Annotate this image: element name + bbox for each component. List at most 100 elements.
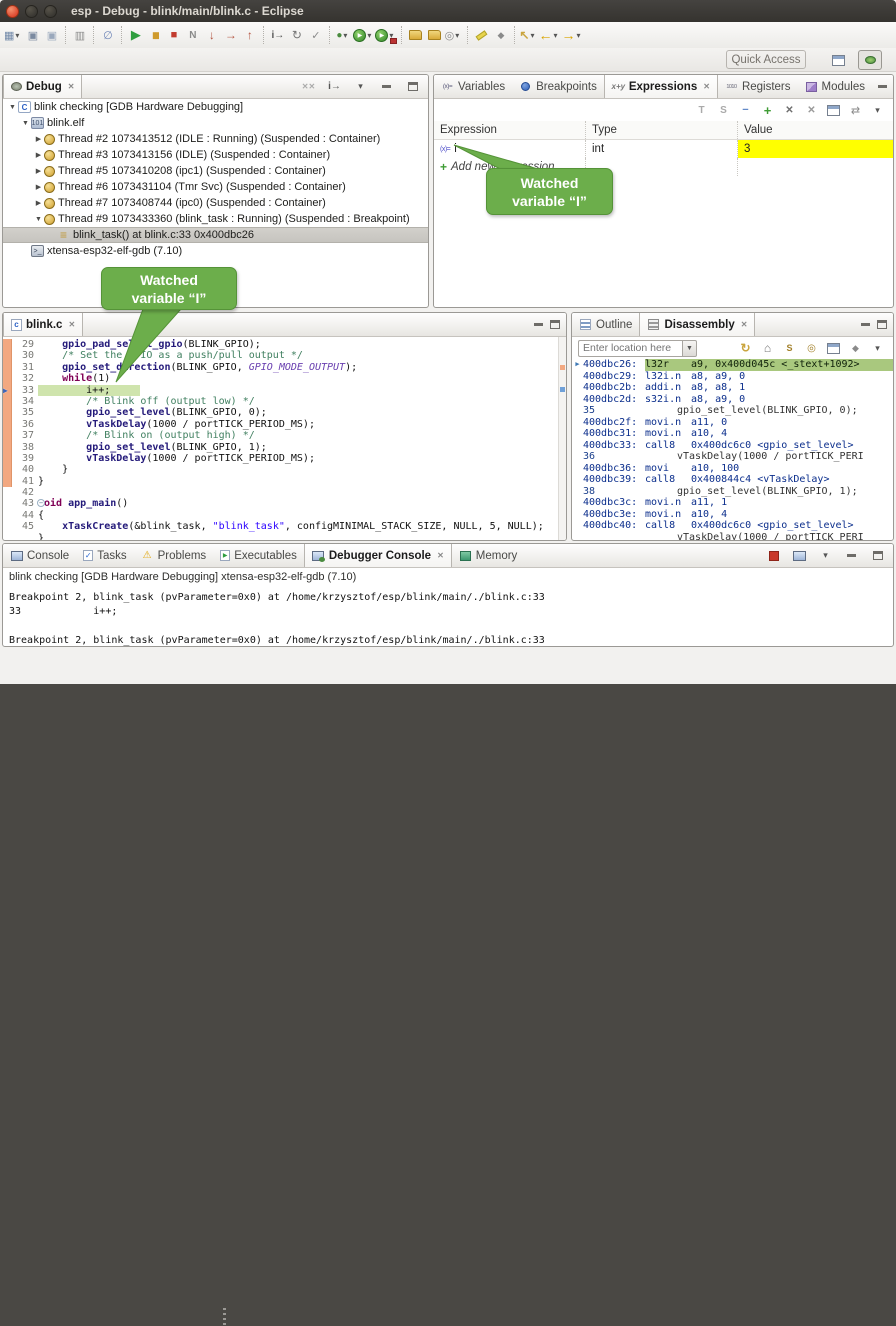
tab-memory[interactable]: Memory bbox=[452, 544, 525, 567]
minimize-view-button[interactable] bbox=[878, 85, 887, 88]
build-button[interactable]: ▥ bbox=[70, 25, 89, 45]
debug-tree-item[interactable]: ≡blink_task() at blink.c:33 0x400dbc26 bbox=[3, 227, 428, 243]
tab-expressions[interactable]: x+y Expressions ✕ bbox=[604, 75, 718, 98]
code-line[interactable]: 38 gpio_set_level(BLINK_GPIO, 1); bbox=[3, 442, 566, 453]
run-button[interactable]: ▶▾ bbox=[353, 25, 375, 45]
close-tab-icon[interactable]: ✕ bbox=[68, 320, 75, 329]
disassembly-listing[interactable]: ▶400dbc26:l32ra9, 0x400d045c <_stext+109… bbox=[572, 359, 893, 541]
code-line[interactable]: 36 vTaskDelay(1000 / portTICK_PERIOD_MS)… bbox=[3, 419, 566, 430]
remove-expression-button[interactable]: ✕ bbox=[780, 100, 799, 120]
debug-tree-item[interactable]: ▶Thread #3 1073413156 (IDLE) (Suspended … bbox=[3, 147, 428, 163]
window-maximize-button[interactable] bbox=[44, 5, 57, 18]
terminate-button[interactable] bbox=[764, 546, 783, 566]
use-step-filters-button[interactable]: ✓ bbox=[306, 25, 325, 45]
code-editor[interactable]: 29 gpio_pad_select_gpio(BLINK_GPIO);30 /… bbox=[3, 337, 566, 541]
debug-tree-item[interactable]: ▼101blink.elf bbox=[3, 115, 428, 131]
window-minimize-button[interactable] bbox=[25, 5, 38, 18]
suspend-button[interactable]: ▮▮ bbox=[145, 25, 164, 45]
save-all-button[interactable]: ▣ bbox=[42, 25, 61, 45]
disassembly-line[interactable]: 400dbc40:call80x400dc6c0 <gpio_set_level… bbox=[572, 520, 893, 532]
window-close-button[interactable] bbox=[6, 5, 19, 18]
location-input[interactable] bbox=[578, 340, 682, 357]
tab-breakpoints[interactable]: Breakpoints bbox=[512, 75, 604, 98]
close-tab-icon[interactable]: ✕ bbox=[68, 82, 75, 91]
tab-variables[interactable]: (x)= Variables bbox=[434, 75, 512, 98]
debug-perspective-button[interactable] bbox=[858, 50, 882, 70]
code-line[interactable]: ▶33 i++; bbox=[3, 385, 566, 396]
disassembly-line[interactable]: 400dbc2f:movi.na11, 0 bbox=[572, 417, 893, 429]
open-type-button[interactable] bbox=[406, 25, 425, 45]
step-return-button[interactable]: ↑ bbox=[240, 25, 259, 45]
code-line[interactable]: } bbox=[3, 533, 566, 541]
forward-button[interactable]: →▾ bbox=[561, 25, 584, 45]
tab-debugger-console[interactable]: Debugger Console ✕ bbox=[304, 544, 452, 567]
disassembly-line[interactable]: 400dbc39:call80x400844c4 <vTaskDelay> bbox=[572, 474, 893, 486]
code-line[interactable]: 42 bbox=[3, 487, 566, 498]
disassembly-line[interactable]: 400dbc2d:s32i.na8, a9, 0 bbox=[572, 394, 893, 406]
debugger-console-output[interactable]: blink checking [GDB Hardware Debugging] … bbox=[3, 568, 893, 647]
maximize-button[interactable] bbox=[403, 77, 422, 97]
new-view-button[interactable] bbox=[824, 338, 843, 358]
tab-debug[interactable]: Debug ✕ bbox=[3, 75, 82, 98]
tab-modules[interactable]: Modules bbox=[798, 75, 872, 98]
show-source-button[interactable]: S bbox=[780, 338, 799, 358]
code-line[interactable]: 34 /* Blink off (output low) */ bbox=[3, 396, 566, 407]
disassembly-line[interactable]: 38gpio_set_level(BLINK_GPIO, 1); bbox=[572, 486, 893, 498]
minimize-view-button[interactable] bbox=[534, 323, 543, 326]
location-dropdown-icon[interactable]: ▼ bbox=[682, 340, 697, 357]
debug-tree-item[interactable]: ▶Thread #2 1073413512 (IDLE : Running) (… bbox=[3, 131, 428, 147]
quick-access-button[interactable]: Quick Access bbox=[726, 50, 806, 69]
disassembly-line[interactable]: 400dbc36:movia10, 100 bbox=[572, 463, 893, 475]
disassembly-line[interactable]: 400dbc2b:addi.na8, a8, 1 bbox=[572, 382, 893, 394]
step-into-button[interactable]: ↓ bbox=[202, 25, 221, 45]
debug-tree-item[interactable]: ▶Thread #6 1073431104 (Tmr Svc) (Suspend… bbox=[3, 179, 428, 195]
code-line[interactable]: 44{ bbox=[3, 510, 566, 521]
remove-all-expressions-button[interactable]: ✕ bbox=[802, 100, 821, 120]
add-expression-button[interactable]: + bbox=[758, 100, 777, 120]
debug-tree-item[interactable]: ▼Cblink checking [GDB Hardware Debugging… bbox=[3, 99, 428, 115]
close-tab-icon[interactable]: ✕ bbox=[437, 551, 444, 560]
expander-icon[interactable]: ▼ bbox=[20, 120, 31, 127]
expander-icon[interactable]: ▶ bbox=[33, 199, 44, 207]
sash-handle[interactable] bbox=[223, 1308, 226, 1326]
expander-icon[interactable]: ▶ bbox=[33, 135, 44, 143]
close-tab-icon[interactable]: ✕ bbox=[741, 320, 748, 329]
dropdown-arrow-icon[interactable]: ▾ bbox=[343, 31, 351, 40]
disassembly-line[interactable]: 400dbc33:call80x400dc6c0 <gpio_set_level… bbox=[572, 440, 893, 452]
mark-occurrences-button[interactable] bbox=[472, 25, 491, 45]
open-perspective-button[interactable] bbox=[826, 50, 850, 70]
console-dropdown-button[interactable]: ▾ bbox=[816, 546, 835, 566]
remove-all-terminated-button[interactable]: ✕✕ bbox=[299, 77, 318, 97]
collapse-all-button[interactable]: − bbox=[736, 100, 755, 120]
debug-tree-item[interactable]: >_xtensa-esp32-elf-gdb (7.10) bbox=[3, 243, 428, 259]
link-with-debug-button[interactable]: ⇄ bbox=[846, 100, 865, 120]
code-line[interactable]: 39 vTaskDelay(1000 / portTICK_PERIOD_MS)… bbox=[3, 453, 566, 464]
expander-icon[interactable]: ▼ bbox=[7, 104, 18, 111]
tab-registers[interactable]: 1010 Registers bbox=[718, 75, 798, 98]
skip-all-breakpoints-button[interactable]: ∅ bbox=[98, 25, 117, 45]
dropdown-arrow-icon[interactable]: ▾ bbox=[576, 31, 584, 40]
column-value[interactable]: Value bbox=[738, 121, 893, 139]
expander-icon[interactable]: ▶ bbox=[33, 183, 44, 191]
dropdown-arrow-icon[interactable]: ▾ bbox=[455, 31, 463, 40]
code-line[interactable]: 29 gpio_pad_select_gpio(BLINK_GPIO); bbox=[3, 339, 566, 350]
maximize-view-button[interactable] bbox=[877, 320, 887, 329]
new-wizard-button[interactable]: ▦▾ bbox=[4, 25, 23, 45]
debug-tree-item[interactable]: ▶Thread #5 1073410208 (ipc1) (Suspended … bbox=[3, 163, 428, 179]
restart-button[interactable]: ↻ bbox=[287, 25, 306, 45]
code-line[interactable]: 31 gpio_set_direction(BLINK_GPIO, GPIO_M… bbox=[3, 362, 566, 373]
column-type[interactable]: Type bbox=[586, 121, 738, 139]
tab-blink-c[interactable]: c blink.c ✕ bbox=[3, 313, 83, 336]
back-button[interactable]: ←▾ bbox=[538, 25, 561, 45]
minimize-button[interactable] bbox=[842, 546, 861, 566]
disconnect-button[interactable]: N bbox=[183, 25, 202, 45]
debug-tree-item[interactable]: ▼Thread #9 1073433360 (blink_task : Runn… bbox=[3, 211, 428, 227]
resume-button[interactable]: ▶ bbox=[126, 25, 145, 45]
save-button[interactable]: ▣ bbox=[23, 25, 42, 45]
instruction-stepping-button[interactable]: i→ bbox=[268, 25, 287, 45]
close-tab-icon[interactable]: ✕ bbox=[703, 82, 710, 91]
terminate-button[interactable]: ■ bbox=[164, 25, 183, 45]
new-expressions-view-button[interactable] bbox=[824, 100, 843, 120]
tab-outline[interactable]: Outline bbox=[572, 313, 639, 336]
dropdown-arrow-icon[interactable]: ▾ bbox=[367, 31, 375, 40]
